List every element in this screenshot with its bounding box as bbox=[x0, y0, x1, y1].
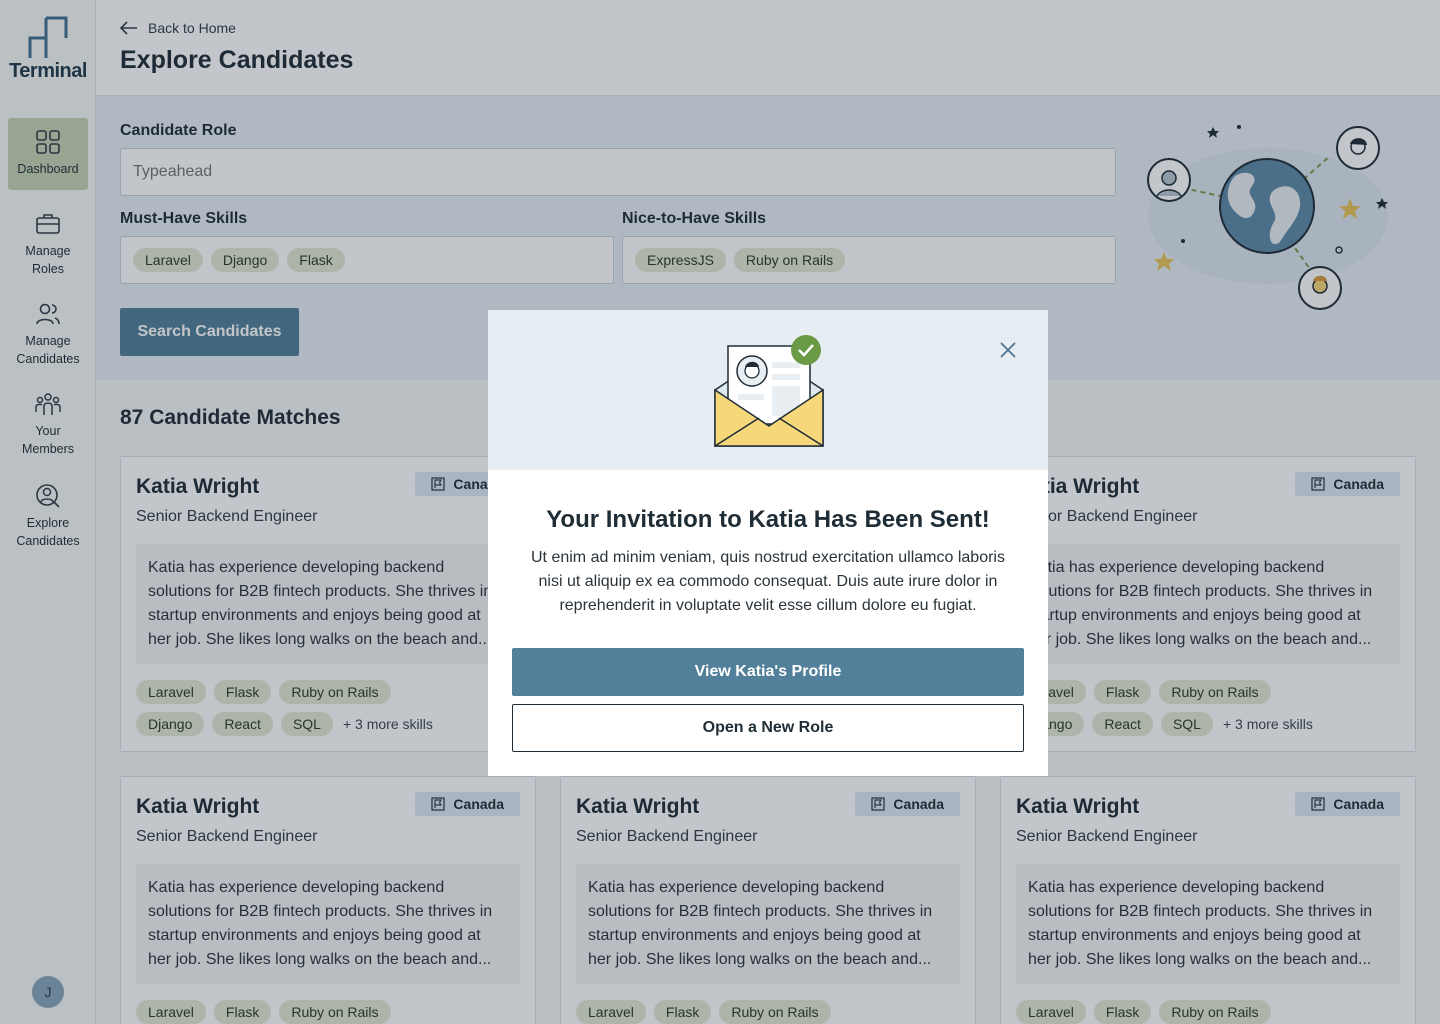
view-profile-button[interactable]: View Katia's Profile bbox=[512, 648, 1024, 696]
modal-hero bbox=[488, 310, 1048, 470]
modal-body: Ut enim ad minim veniam, quis nostrud ex… bbox=[531, 549, 1005, 614]
invitation-sent-modal: Your Invitation to Katia Has Been Sent! … bbox=[488, 310, 1048, 776]
modal-title: Your Invitation to Katia Has Been Sent! bbox=[546, 506, 990, 533]
close-icon[interactable] bbox=[998, 340, 1018, 360]
envelope-invitation-icon bbox=[714, 335, 824, 447]
open-new-role-button[interactable]: Open a New Role bbox=[512, 704, 1024, 752]
